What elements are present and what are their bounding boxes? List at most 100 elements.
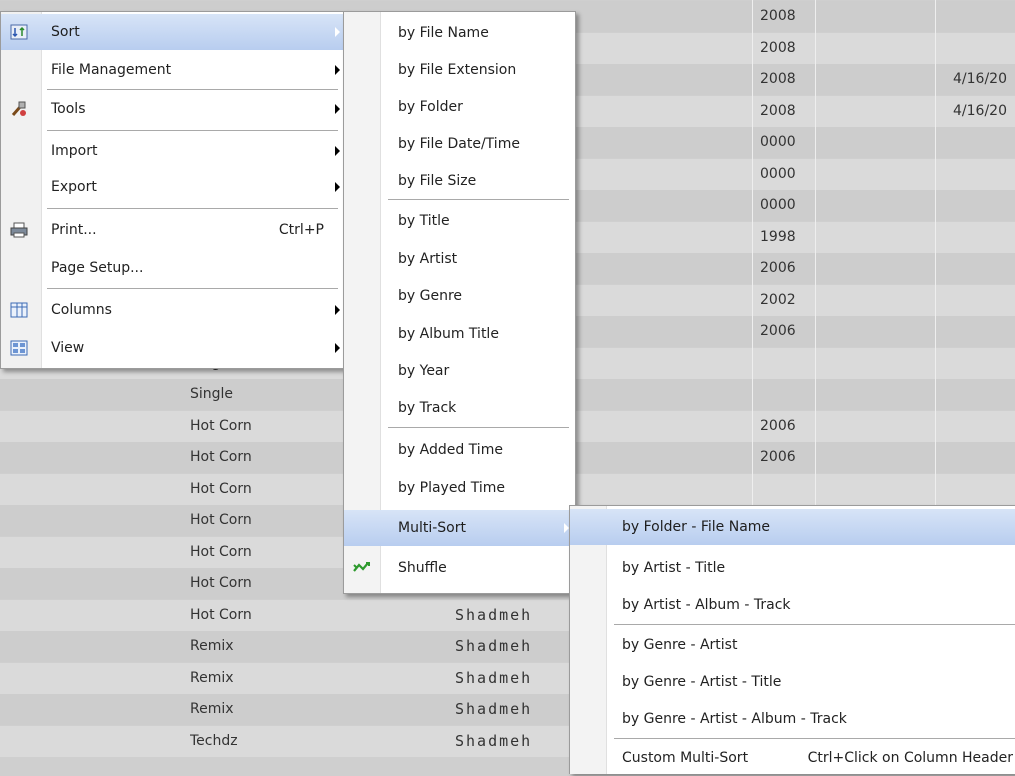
menu-item-label: by File Date/Time <box>398 136 520 152</box>
menu-item-label: Export <box>51 179 97 195</box>
year-cell: 0000 <box>760 134 796 150</box>
menu-item-label: Import <box>51 143 98 159</box>
menu-item-label: by Genre - Artist - Title <box>622 674 782 690</box>
shuffle-icon <box>352 558 372 578</box>
menu-item-print[interactable]: Print... Ctrl+P <box>1 212 346 248</box>
date-cell <box>953 442 1015 473</box>
menu-separator <box>47 130 338 131</box>
menu-item-file-management[interactable]: File Management <box>1 52 346 88</box>
year-cell: 2008 <box>760 103 796 119</box>
custom-multi-sort[interactable]: Custom Multi-Sort Ctrl+Click on Column H… <box>570 740 1015 776</box>
shortcut-label: Ctrl+Click on Column Header <box>807 750 1013 766</box>
menu-item-shuffle[interactable]: Shuffle <box>344 550 575 586</box>
sort-by-file-size[interactable]: by File Size <box>344 163 575 199</box>
menu-separator <box>614 624 1015 625</box>
date-cell <box>953 33 1015 64</box>
menu-item-label: Custom Multi-Sort <box>622 750 749 766</box>
year-cell: 0000 <box>760 197 796 213</box>
genre-cell: Remix <box>190 701 234 717</box>
year-cell: 0000 <box>760 166 796 182</box>
menu-item-label: File Management <box>51 62 172 78</box>
menu-item-label: Shuffle <box>398 560 447 576</box>
menu-item-label: by Genre - Artist <box>622 637 738 653</box>
sort-by-file-extension[interactable]: by File Extension <box>344 52 575 88</box>
sort-by-title[interactable]: by Title <box>344 203 575 239</box>
menu-item-sort[interactable]: Sort <box>1 14 346 50</box>
date-cell <box>953 127 1015 158</box>
menu-item-page-setup[interactable]: Page Setup... <box>1 250 346 286</box>
year-cell: 2008 <box>760 40 796 56</box>
submenu-arrow-icon <box>335 104 340 114</box>
sort-by-album-title[interactable]: by Album Title <box>344 316 575 352</box>
sort-by-played-time[interactable]: by Played Time <box>344 470 575 506</box>
menu-item-import[interactable]: Import <box>1 133 346 169</box>
columns-icon <box>9 300 29 320</box>
menu-item-label: by Track <box>398 400 457 416</box>
artist-cell: Shadmeh <box>455 700 533 718</box>
menu-item-label: by File Size <box>398 173 477 189</box>
printer-icon <box>9 220 29 240</box>
sort-by-genre[interactable]: by Genre <box>344 278 575 314</box>
multi-sort-genre-artist[interactable]: by Genre - Artist <box>570 627 1015 663</box>
multi-sort-artist-album-track[interactable]: by Artist - Album - Track <box>570 587 1015 623</box>
menu-item-label: Print... <box>51 222 97 238</box>
artist-cell: Shadmeh <box>455 606 533 624</box>
view-icon <box>9 338 29 358</box>
sort-icon <box>9 22 29 42</box>
menu-item-view[interactable]: View <box>1 330 346 366</box>
sort-by-added-time[interactable]: by Added Time <box>344 432 575 468</box>
artist-cell: Shadmeh <box>455 637 533 655</box>
sort-by-artist[interactable]: by Artist <box>344 241 575 277</box>
menu-item-label: by Folder <box>398 99 463 115</box>
menu-item-tools[interactable]: Tools <box>1 91 346 127</box>
menu-item-label: by Artist <box>398 251 458 267</box>
menu-separator <box>614 738 1015 739</box>
submenu-arrow-icon <box>335 182 340 192</box>
menu-item-label: by File Name <box>398 25 489 41</box>
date-cell <box>953 285 1015 316</box>
year-cell: 1998 <box>760 229 796 245</box>
sort-by-folder[interactable]: by Folder <box>344 89 575 125</box>
sort-by-year[interactable]: by Year <box>344 353 575 389</box>
multi-sort-folder-file-name[interactable]: by Folder - File Name <box>570 509 1015 545</box>
sort-submenu: by File Name by File Extension by Folder… <box>343 11 576 594</box>
menu-item-multi-sort[interactable]: Multi-Sort <box>344 510 575 546</box>
year-cell <box>760 379 810 410</box>
artist-cell: Shadmeh <box>455 669 533 687</box>
menu-item-label: Page Setup... <box>51 260 144 276</box>
genre-cell: Remix <box>190 670 234 686</box>
multi-sort-artist-title[interactable]: by Artist - Title <box>570 550 1015 586</box>
menu-item-label: by File Extension <box>398 62 517 78</box>
menu-item-label: by Played Time <box>398 480 506 496</box>
date-cell <box>953 411 1015 442</box>
date-cell <box>953 222 1015 253</box>
year-cell <box>760 348 810 379</box>
menu-separator <box>47 89 338 90</box>
menu-separator <box>47 288 338 289</box>
submenu-arrow-icon <box>335 27 340 37</box>
genre-cell: Remix <box>190 638 234 654</box>
menu-item-label: by Added Time <box>398 442 503 458</box>
menu-separator <box>47 208 338 209</box>
menu-item-label: Columns <box>51 302 112 318</box>
multi-sort-genre-artist-album-track[interactable]: by Genre - Artist - Album - Track <box>570 701 1015 737</box>
sort-by-file-name[interactable]: by File Name <box>344 15 575 51</box>
multi-sort-genre-artist-title[interactable]: by Genre - Artist - Title <box>570 664 1015 700</box>
menu-item-label: by Genre - Artist - Album - Track <box>622 711 847 727</box>
menu-item-label: by Genre <box>398 288 463 304</box>
year-cell: 2006 <box>760 449 796 465</box>
sort-by-track[interactable]: by Track <box>344 390 575 426</box>
date-cell <box>953 316 1015 347</box>
date-cell <box>953 474 1015 505</box>
menu-item-label: Tools <box>51 101 86 117</box>
date-cell: 4/16/20 <box>953 71 1007 87</box>
year-cell: 2002 <box>760 292 796 308</box>
menu-item-label: by Album Title <box>398 326 499 342</box>
menu-item-columns[interactable]: Columns <box>1 292 346 328</box>
menu-item-export[interactable]: Export <box>1 169 346 205</box>
date-cell <box>953 253 1015 284</box>
genre-cell: Hot Corn <box>190 607 252 623</box>
sort-by-file-date-time[interactable]: by File Date/Time <box>344 126 575 162</box>
menu-item-label: by Folder - File Name <box>622 519 771 535</box>
menu-item-label: by Year <box>398 363 450 379</box>
